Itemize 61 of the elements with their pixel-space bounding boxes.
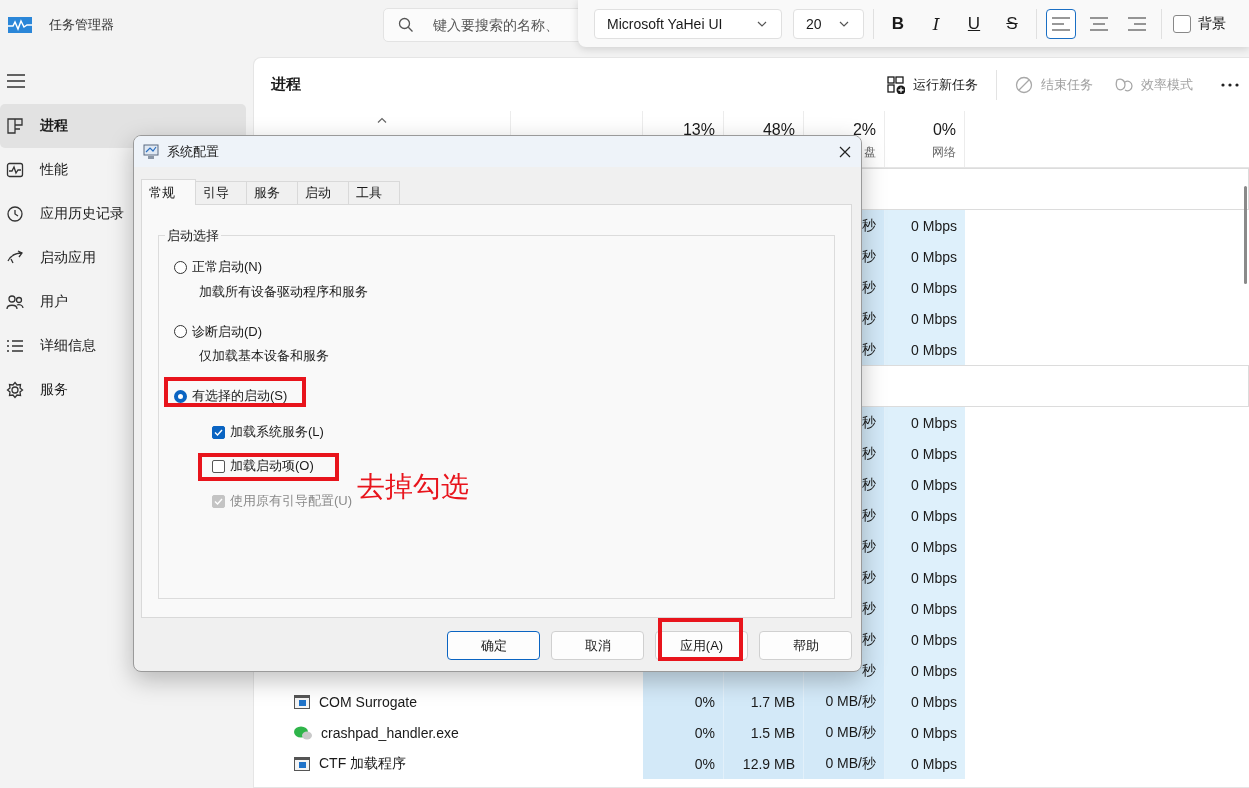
- table-cell: 0 MB/秒: [804, 717, 885, 748]
- page-title: 进程: [271, 75, 301, 94]
- table-cell: 0 Mbps: [885, 717, 965, 748]
- table-cell: 0 Mbps: [885, 655, 965, 686]
- annotation-text: 去掉勾选: [357, 470, 469, 504]
- tab[interactable]: 工具: [348, 181, 400, 204]
- process-name: CTF 加载程序: [319, 754, 407, 773]
- table-cell: 0 Mbps: [885, 241, 965, 272]
- column-percent: 0%: [932, 120, 956, 140]
- tab[interactable]: 常规: [141, 179, 196, 205]
- dialog-button[interactable]: 取消: [551, 631, 644, 660]
- option-label: 正常启动(N): [192, 258, 263, 276]
- table-cell: 0 Mbps: [885, 593, 965, 624]
- table-cell: 1.5 MB: [724, 717, 804, 748]
- format-button[interactable]: U: [959, 8, 989, 39]
- table-cell: 0%: [643, 748, 724, 779]
- header-cell[interactable]: 0% 网络: [885, 111, 965, 167]
- table-cell: 0 Mbps: [885, 272, 965, 303]
- table-cell: 0 Mbps: [885, 531, 965, 562]
- table-cell: 0 Mbps: [885, 686, 965, 717]
- table-cell: 0 Mbps: [885, 407, 965, 438]
- column-percent: 48%: [762, 120, 795, 140]
- table-cell: 0 Mbps: [885, 210, 965, 241]
- process-name: COM Surrogate: [319, 693, 418, 710]
- size-dropdown[interactable]: 20: [793, 8, 864, 39]
- format-button[interactable]: S: [997, 8, 1027, 39]
- format-button[interactable]: I: [921, 8, 951, 39]
- table-cell: 12.9 MB: [724, 748, 804, 779]
- font-dropdown[interactable]: Microsoft YaHei UI: [594, 8, 782, 39]
- column-percent: 2%: [852, 120, 876, 140]
- table-cell: 0 Mbps: [885, 334, 965, 365]
- option-label: 加载启动项(O): [230, 457, 314, 475]
- process-name: crashpad_handler.exe: [321, 724, 459, 741]
- table-cell: 0 Mbps: [885, 624, 965, 655]
- table-cell: 0 Mbps: [885, 500, 965, 531]
- checkbox-label: 背景: [1198, 14, 1226, 33]
- option-label: 使用原有引导配置(U): [230, 492, 353, 510]
- column-header[interactable]: 网络: [932, 144, 956, 161]
- option-label: 诊断启动(D): [192, 322, 263, 341]
- option-description: 加载所有设备驱动程序和服务: [199, 282, 369, 301]
- table-cell: 1.7 MB: [724, 686, 804, 717]
- window-title: 任务管理器: [49, 16, 115, 34]
- format-button[interactable]: B: [883, 8, 913, 39]
- table-cell: 0%: [643, 717, 724, 748]
- dialog-button[interactable]: 帮助: [759, 631, 852, 660]
- option-label: 加载系统服务(L): [230, 423, 324, 441]
- table-cell: 0%: [643, 686, 724, 717]
- table-cell: 0 MB/秒: [804, 748, 885, 779]
- table-cell: 0 Mbps: [885, 469, 965, 500]
- dialog-button[interactable]: 确定: [447, 631, 540, 660]
- column-header[interactable]: 盘: [864, 144, 876, 161]
- column-percent: 13%: [682, 120, 715, 140]
- table-cell: 0 Mbps: [885, 562, 965, 593]
- table-cell: 0 Mbps: [885, 438, 965, 469]
- option-label: 有选择的启动(S): [192, 387, 288, 405]
- table-cell: 0 Mbps: [885, 303, 965, 334]
- table-cell: 0 MB/秒: [804, 686, 885, 717]
- table-cell: 0 Mbps: [885, 748, 965, 779]
- group-title: 启动选择: [165, 227, 221, 245]
- option-description: 仅加载基本设备和服务: [199, 347, 330, 365]
- action-button[interactable]: 运行新任务: [877, 67, 988, 102]
